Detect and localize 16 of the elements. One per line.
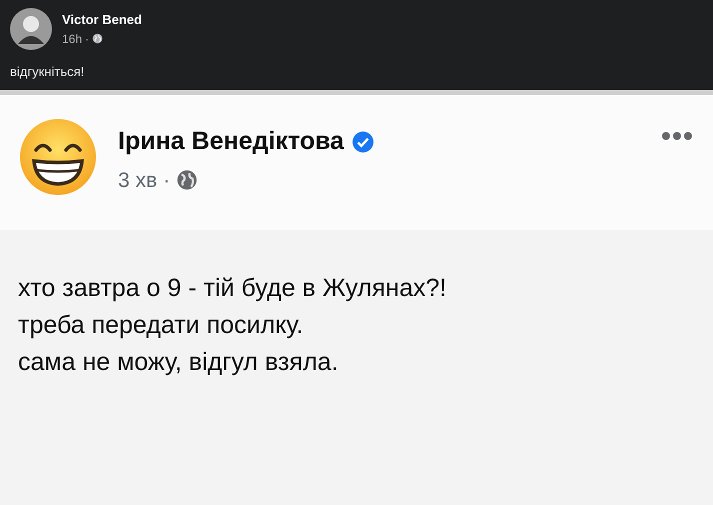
post-text-line: сама не можу, відгул взяла. [18, 347, 340, 378]
globe-icon [176, 169, 198, 192]
grinning-face-icon [18, 117, 98, 197]
globe-icon [92, 33, 104, 44]
separator: · [85, 30, 90, 48]
separator: · [163, 168, 170, 194]
post-text-line: хто завтра о 9 - тій буде в Жулянах?! [18, 273, 448, 304]
person-silhouette-icon [18, 14, 44, 44]
post-time[interactable]: 16h [62, 30, 82, 48]
avatar[interactable] [10, 8, 52, 50]
post-time[interactable]: 3 хв [118, 164, 158, 196]
author-name[interactable]: Ірина Венедіктова [118, 123, 344, 160]
post-text-line: треба передати посилку. [18, 310, 304, 341]
post-text: відгукніться! [10, 63, 86, 81]
author-name[interactable]: Victor Bened [62, 10, 142, 30]
more-options-icon[interactable] [661, 131, 693, 141]
